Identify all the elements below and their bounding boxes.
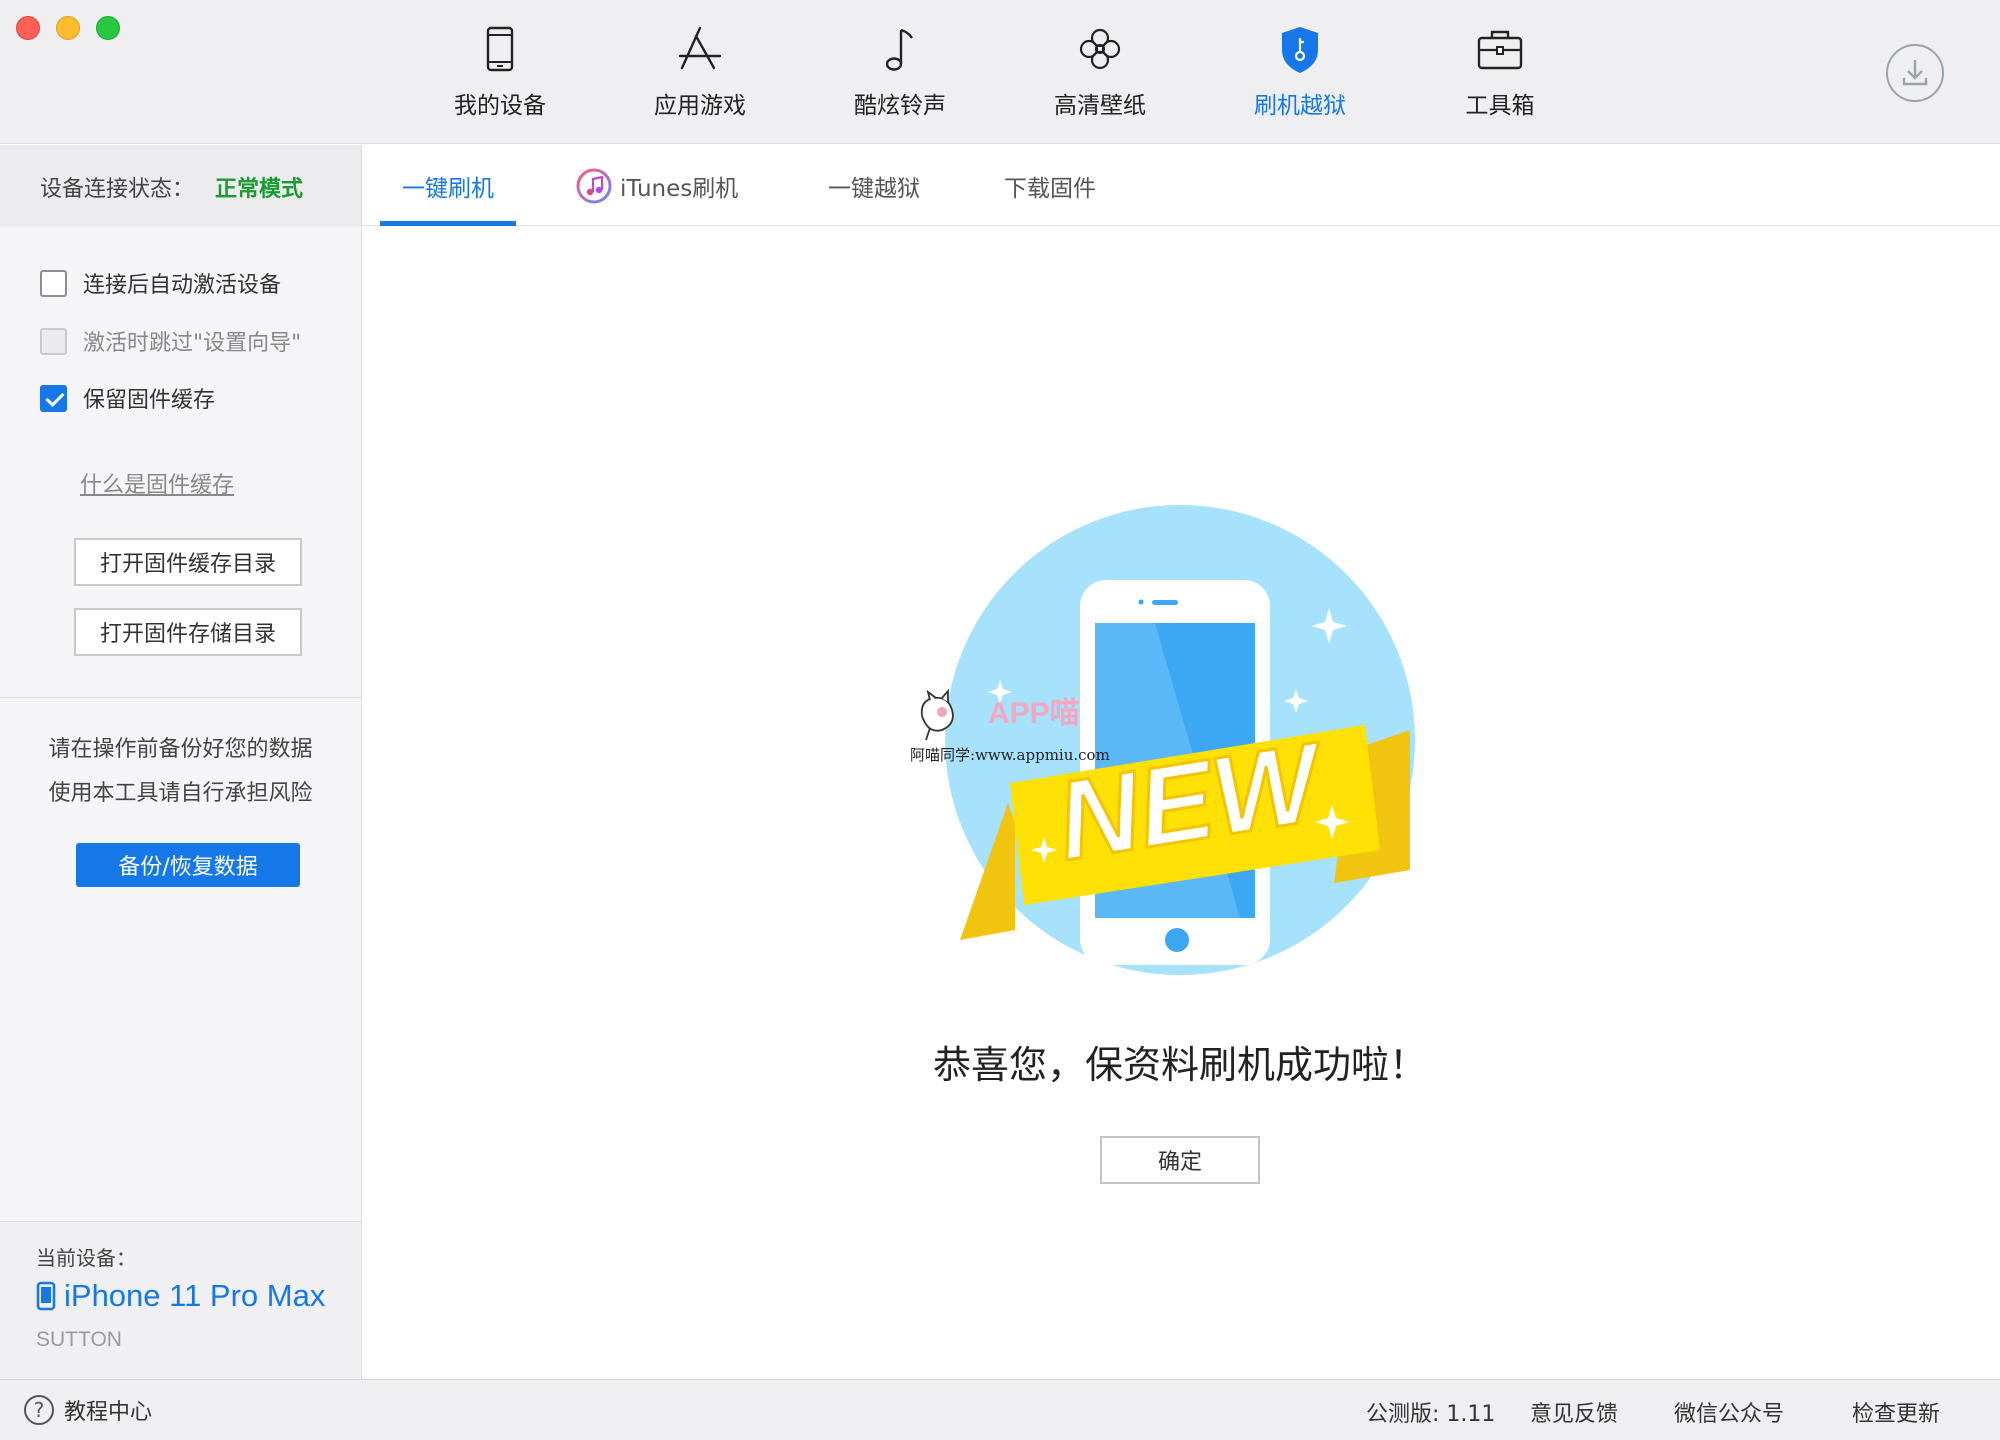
tab-download-firmware[interactable]: 下载固件: [1004, 145, 1096, 226]
auto-activate-checkbox[interactable]: [40, 269, 67, 297]
connection-status-bar: 设备连接状态： 正常模式: [0, 145, 361, 227]
watermark-subtitle: 阿喵同学:www.appmiu.com: [910, 746, 1110, 764]
window-maximize-button[interactable]: [96, 16, 120, 40]
tab-label: iTunes刷机: [620, 175, 739, 202]
appmiu-watermark: APP喵 阿喵同学:www.appmiu.com: [908, 688, 1110, 768]
option-skip-setup: 激活时跳过"设置向导": [40, 325, 301, 357]
feedback-link[interactable]: 意见反馈: [1530, 1396, 1618, 1428]
toolbox-icon: [1477, 30, 1523, 70]
current-device-panel: 当前设备： iPhone 11 Pro Max SUTTON: [0, 1221, 361, 1379]
nav-toolbox[interactable]: 工具箱: [1430, 22, 1570, 132]
shield-key-icon: [1282, 27, 1318, 73]
nav-my-device[interactable]: 我的设备: [430, 22, 570, 132]
cache-help-link[interactable]: 什么是固件缓存: [80, 467, 234, 499]
divider: [0, 697, 361, 698]
wechat-account-link[interactable]: 微信公众号: [1674, 1396, 1784, 1428]
check-update-link[interactable]: 检查更新: [1852, 1396, 1940, 1428]
nav-label: 酷炫铃声: [854, 93, 946, 119]
nav-label: 高清壁纸: [1054, 93, 1146, 119]
option-keep-cache[interactable]: 保留固件缓存: [40, 382, 215, 414]
tab-label: 一键越狱: [828, 175, 920, 202]
skip-setup-label: 激活时跳过"设置向导": [83, 331, 302, 356]
nav-label: 工具箱: [1465, 93, 1535, 119]
keep-cache-label: 保留固件缓存: [83, 388, 216, 413]
phone-icon: [486, 26, 514, 72]
flash-tabs: 一键刷机 iTunes刷机 一键越狱 下载固件: [362, 145, 2000, 226]
current-device-label: 当前设备：: [36, 1246, 136, 1270]
keep-cache-checkbox[interactable]: [40, 384, 67, 412]
tab-label: 下载固件: [1004, 175, 1096, 202]
auto-activate-label: 连接后自动激活设备: [83, 273, 282, 298]
backup-restore-button[interactable]: 备份/恢复数据: [76, 843, 300, 887]
nav-label: 应用游戏: [654, 93, 746, 119]
window-minimize-button[interactable]: [56, 16, 80, 40]
music-note-icon: [885, 28, 913, 71]
confirm-button[interactable]: 确定: [1100, 1136, 1260, 1184]
question-icon: ?: [24, 1395, 54, 1425]
nav-wallpapers[interactable]: 高清壁纸: [1030, 22, 1170, 132]
tab-one-click-flash[interactable]: 一键刷机: [402, 145, 494, 226]
tutorial-center-link[interactable]: ? 教程中心: [24, 1394, 152, 1426]
download-icon: [1902, 60, 1928, 86]
tab-itunes-flash[interactable]: iTunes刷机: [576, 145, 738, 226]
success-message: 恭喜您，保资料刷机成功啦！: [932, 1043, 1427, 1087]
nav-apps-games[interactable]: 应用游戏: [630, 22, 770, 132]
warning-line-1: 请在操作前备份好您的数据: [48, 737, 313, 762]
device-name-row: iPhone 11 Pro Max: [36, 1278, 325, 1314]
tab-label: 一键刷机: [402, 175, 494, 202]
nav-ringtones[interactable]: 酷炫铃声: [830, 22, 970, 132]
connection-status-label: 设备连接状态：: [40, 177, 195, 202]
warning-line-2: 使用本工具请自行承担风险: [48, 781, 313, 806]
option-auto-activate[interactable]: 连接后自动激活设备: [40, 267, 281, 299]
tab-one-click-jailbreak[interactable]: 一键越狱: [828, 145, 920, 226]
watermark-title: APP喵: [988, 697, 1080, 730]
open-cache-dir-button[interactable]: 打开固件缓存目录: [74, 538, 302, 586]
nav-label: 刷机越狱: [1254, 93, 1346, 119]
app-store-icon: [678, 26, 722, 70]
download-manager-button[interactable]: [1886, 44, 1944, 102]
device-owner: SUTTON: [36, 1328, 122, 1351]
version-label: 公测版: 1.11: [1366, 1402, 1496, 1427]
cat-logo-icon: [920, 688, 954, 741]
sidebar: 设备连接状态： 正常模式 连接后自动激活设备 激活时跳过"设置向导" 保留固件缓…: [0, 145, 362, 1379]
skip-setup-checkbox: [40, 327, 67, 355]
window-close-button[interactable]: [16, 16, 40, 40]
device-name: iPhone 11 Pro Max: [64, 1278, 326, 1313]
connection-status-value: 正常模式: [215, 177, 304, 202]
tutorial-center-label: 教程中心: [64, 1400, 153, 1425]
nav-label: 我的设备: [454, 93, 546, 119]
top-toolbar: 我的设备 应用游戏 酷炫铃声 高清壁纸 刷机越狱 工具箱: [0, 0, 2000, 144]
nav-flash-jailbreak[interactable]: 刷机越狱: [1230, 22, 1370, 132]
status-footer: ? 教程中心 公测版: 1.11 意见反馈 微信公众号 检查更新: [0, 1379, 2000, 1440]
device-phone-icon: [36, 1281, 56, 1311]
open-storage-dir-button[interactable]: 打开固件存储目录: [74, 608, 302, 656]
active-tab-indicator: [380, 221, 516, 226]
itunes-icon: [576, 168, 612, 203]
flower-icon: [1079, 28, 1121, 70]
